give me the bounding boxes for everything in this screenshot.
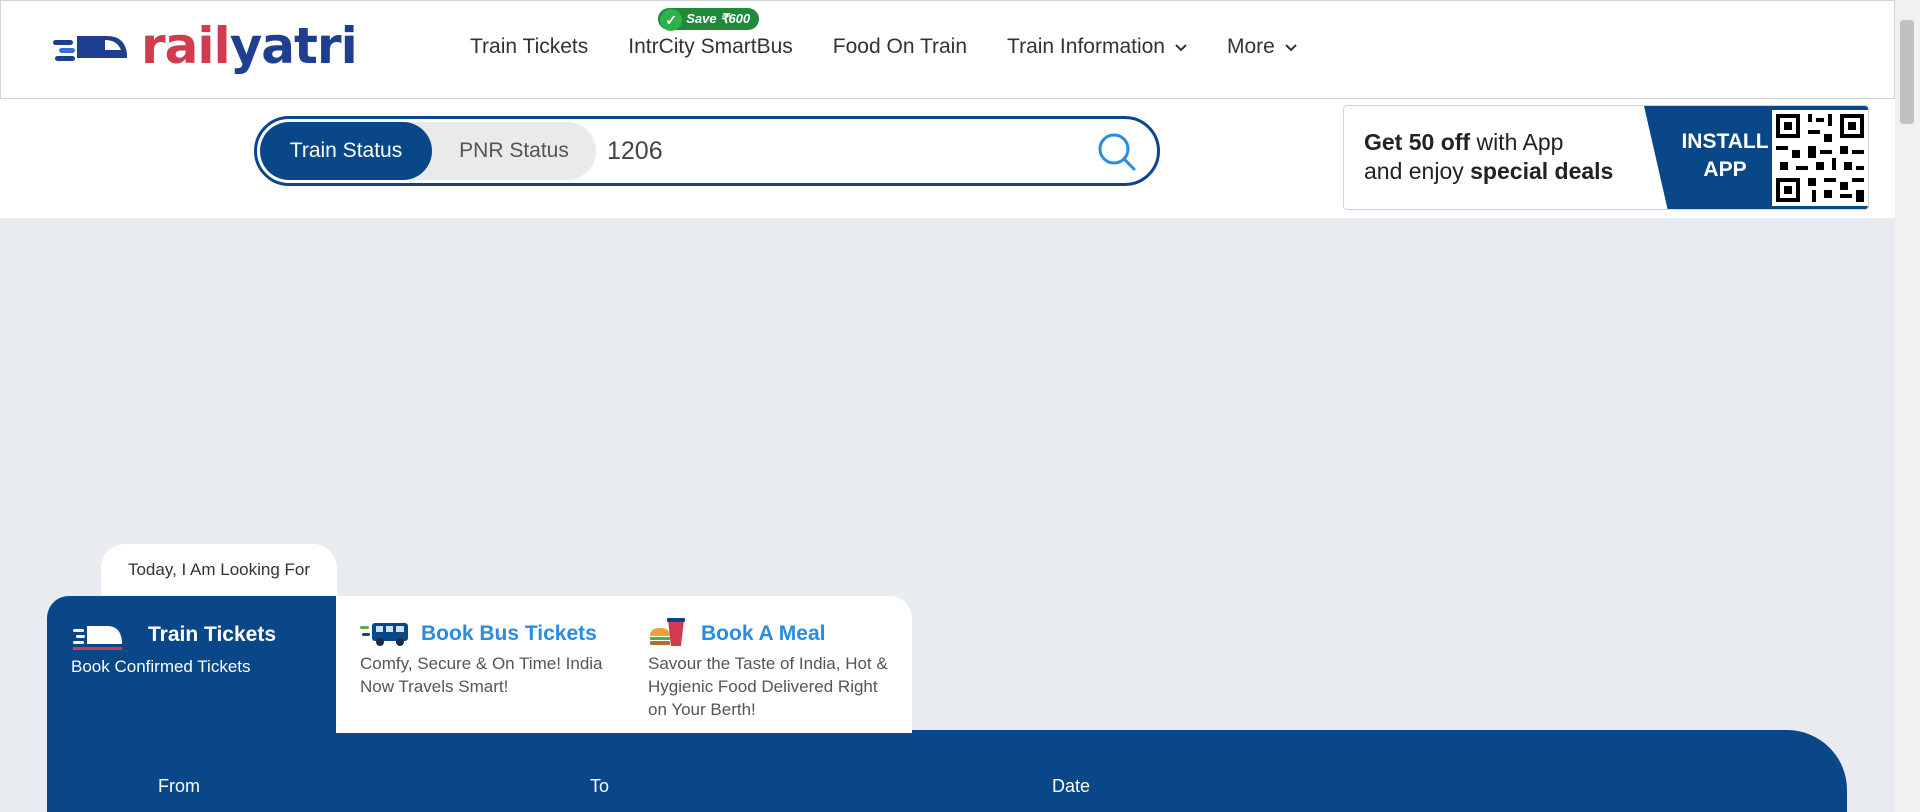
nav-train-tickets[interactable]: Train Tickets: [470, 35, 588, 59]
to-label: To: [590, 776, 610, 796]
logo-rail-text: rail: [141, 17, 231, 75]
bus-icon: [360, 620, 412, 653]
service-train-tickets[interactable]: Train Tickets Book Confirmed Tickets: [47, 596, 336, 733]
install-label-line1: INSTALL: [1681, 130, 1769, 153]
app-promo-deals: special deals: [1470, 158, 1614, 184]
booking-form-panel: From To Date: [47, 730, 1847, 812]
train-icon: [71, 620, 123, 657]
install-app-banner[interactable]: Get 50 off with App and enjoy special de…: [1343, 105, 1869, 210]
nav-food-on-train[interactable]: Food On Train: [833, 35, 967, 59]
service-bus-tickets-title: Book Bus Tickets: [421, 622, 597, 645]
logo-train-icon: [53, 36, 127, 61]
app-promo-offer: Get 50 off: [1364, 129, 1471, 155]
nav-more[interactable]: More: [1227, 35, 1297, 59]
page: railyatri Train Tickets ✓ Save ₹600 IntrC…: [0, 0, 1920, 812]
main-nav: Train Tickets ✓ Save ₹600 IntrCity SmartB…: [470, 8, 1337, 59]
meal-icon: [648, 616, 688, 653]
tab-train-status[interactable]: Train Status: [260, 122, 432, 180]
check-icon: ✓: [660, 9, 683, 31]
scrollbar-thumb[interactable]: [1900, 20, 1914, 124]
install-app-button[interactable]: INSTALL APP: [1660, 128, 1790, 184]
nav-intrcity-smartbus-label: IntrCity SmartBus: [628, 35, 793, 58]
app-promo-text: Get 50 off with App and enjoy special de…: [1364, 128, 1613, 186]
service-selector: Train Tickets Book Confirmed Tickets Boo…: [47, 596, 912, 733]
railyatri-logo[interactable]: railyatri: [53, 16, 358, 76]
vertical-scrollbar[interactable]: [1895, 0, 1920, 812]
service-train-tickets-title: Train Tickets: [148, 623, 277, 646]
service-bus-tickets-desc: Comfy, Secure & On Time! India Now Trave…: [360, 654, 603, 696]
install-label-line2: APP: [1703, 158, 1747, 181]
qr-code-icon: [1772, 110, 1868, 206]
nav-train-tickets-label: Train Tickets: [470, 35, 589, 58]
date-label: Date: [1052, 776, 1091, 796]
nav-intrcity-smartbus[interactable]: ✓ Save ₹600 IntrCity SmartBus: [628, 8, 793, 59]
status-type-toggle: Train Status PNR Status: [260, 122, 596, 180]
chevron-down-icon: [1285, 39, 1297, 55]
nav-food-on-train-label: Food On Train: [832, 35, 968, 58]
service-bus-tickets[interactable]: Book Bus Tickets Comfy, Secure & On Time…: [336, 596, 624, 733]
train-number-input[interactable]: [607, 129, 1087, 173]
tab-pnr-status[interactable]: PNR Status: [432, 122, 596, 180]
service-book-meal[interactable]: Book A Meal Savour the Taste of India, H…: [624, 596, 912, 733]
status-search-box: Train Status PNR Status: [254, 116, 1160, 186]
app-promo-line1: with App: [1470, 129, 1564, 155]
service-book-meal-desc: Savour the Taste of India, Hot & Hygieni…: [648, 654, 888, 719]
nav-more-label: More: [1226, 35, 1275, 58]
search-band: Train Status PNR Status Get 50 off with …: [0, 99, 1895, 218]
service-book-meal-title: Book A Meal: [701, 622, 826, 645]
install-app-panel[interactable]: INSTALL APP: [1644, 106, 1868, 209]
save-badge: ✓ Save ₹600: [658, 8, 760, 31]
nav-train-information[interactable]: Train Information: [1007, 35, 1187, 59]
header: railyatri Train Tickets ✓ Save ₹600 IntrC…: [0, 0, 1895, 99]
service-train-tickets-desc: Book Confirmed Tickets: [71, 657, 251, 676]
looking-for-label: Today, I Am Looking For: [101, 544, 337, 596]
app-promo-line2: and enjoy: [1364, 158, 1471, 184]
search-icon[interactable]: [1095, 130, 1139, 174]
logo-yatri-text: yatri: [229, 17, 358, 75]
from-label: From: [158, 776, 200, 796]
save-badge-text: Save ₹600: [686, 11, 751, 26]
chevron-down-icon: [1175, 39, 1187, 55]
nav-train-information-label: Train Information: [1007, 35, 1165, 58]
